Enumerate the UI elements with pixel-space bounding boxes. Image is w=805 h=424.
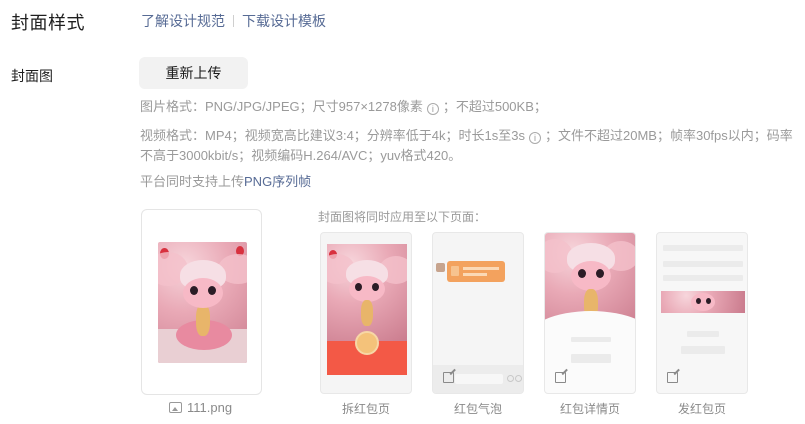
cover-preview-card[interactable] <box>141 209 262 395</box>
envelope-bubble <box>447 261 505 282</box>
image-format-hint: 图片格式：PNG/JPG/JPEG；尺寸957×1278像素 i ；不超过500KB… <box>140 99 547 115</box>
cover-image <box>158 242 247 363</box>
reupload-button[interactable]: 重新上传 <box>139 57 248 89</box>
phone-open-envelope <box>320 232 412 394</box>
edit-icon[interactable] <box>443 372 454 383</box>
info-icon[interactable]: i <box>529 132 541 144</box>
phone-envelope-bubble <box>432 232 524 394</box>
avatar <box>436 263 445 272</box>
video-format-hint: 视频格式：MP4；视频宽高比建议3:4；分辨率低于4k；时长1s至3s i ；文件不… <box>140 128 793 163</box>
phone-envelope-details <box>544 232 636 394</box>
sequence-hint: 平台同时支持上传PNG序列帧 <box>140 174 312 189</box>
download-template-link[interactable]: 下载设计模板 <box>242 11 326 31</box>
edit-icon[interactable] <box>667 372 678 383</box>
phone-label-open: 拆红包页 <box>341 402 390 416</box>
png-sequence-link[interactable]: PNG序列帧 <box>244 174 311 189</box>
file-name: 111.png <box>169 400 232 415</box>
link-divider <box>233 15 234 27</box>
cover-field-label: 封面图 <box>11 68 53 84</box>
phone-send-envelope <box>656 232 748 394</box>
phone-label-details: 红包详情页 <box>559 402 620 416</box>
phone-label-bubble: 红包气泡 <box>453 402 502 416</box>
apply-pages-title: 封面图将同时应用至以下页面： <box>318 210 487 224</box>
design-links: 了解设计规范 下载设计模板 <box>141 11 326 31</box>
edit-icon[interactable] <box>555 372 566 383</box>
design-spec-link[interactable]: 了解设计规范 <box>141 11 225 31</box>
image-icon <box>169 402 182 413</box>
info-icon[interactable]: i <box>426 103 439 115</box>
open-coin-icon <box>355 331 379 355</box>
cover-banner <box>661 291 745 313</box>
section-title: 封面样式 <box>11 13 85 33</box>
phone-label-send: 发红包页 <box>677 402 726 416</box>
